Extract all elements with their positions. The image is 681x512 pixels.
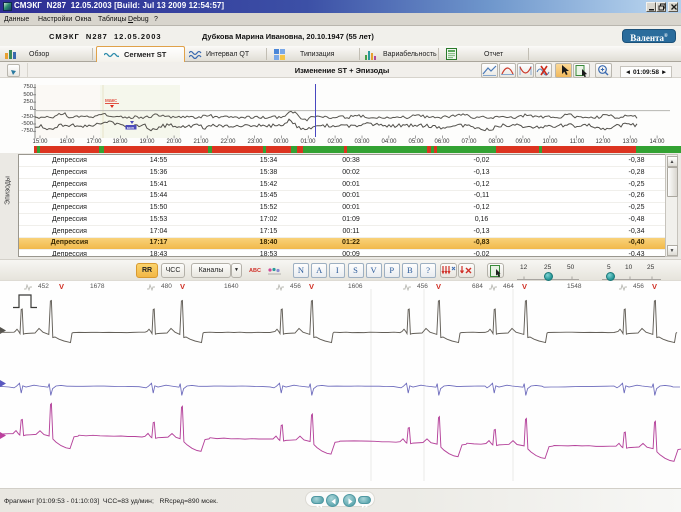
svg-text:мин: мин bbox=[127, 125, 134, 130]
svg-text:макс: макс bbox=[105, 98, 117, 104]
